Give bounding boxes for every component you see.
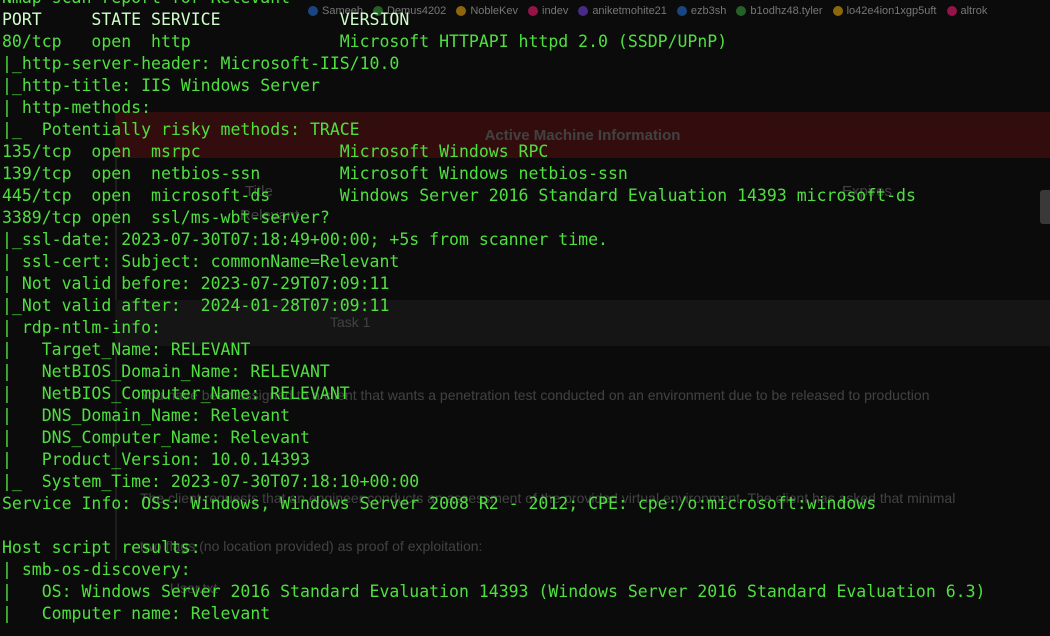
background-edge-button	[1040, 190, 1050, 224]
terminal-line: 135/tcp open msrpc Microsoft Windows RPC	[2, 142, 549, 161]
terminal-line: 3389/tcp open ssl/ms-wbt-server?	[2, 208, 330, 227]
terminal-line: | NetBIOS_Domain_Name: RELEVANT	[2, 362, 330, 381]
terminal-line: |_http-title: IIS Windows Server	[2, 76, 320, 95]
terminal-line: 139/tcp open netbios-ssn Microsoft Windo…	[2, 164, 628, 183]
terminal-line: Host script results:	[2, 538, 201, 557]
terminal-line: | Not valid before: 2023-07-29T07:09:11	[2, 274, 390, 293]
terminal-line: Service Info: OSs: Windows, Windows Serv…	[2, 494, 877, 513]
terminal-line: |_ System_Time: 2023-07-30T07:18:10+00:0…	[2, 472, 420, 491]
terminal-line: | Computer name: Relevant	[2, 604, 271, 623]
terminal-line: |_ Potentially risky methods: TRACE	[2, 120, 360, 139]
terminal-line: |_ssl-date: 2023-07-30T07:18:49+00:00; +…	[2, 230, 608, 249]
terminal-line: | DNS_Computer_Name: Relevant	[2, 428, 310, 447]
terminal-line: |_Not valid after: 2024-01-28T07:09:11	[2, 296, 390, 315]
terminal-line: | NetBIOS_Computer_Name: RELEVANT	[2, 384, 350, 403]
terminal-line: | smb-os-discovery:	[2, 560, 191, 579]
terminal-line: 80/tcp open http Microsoft HTTPAPI httpd…	[2, 32, 728, 51]
terminal-column-header: PORT STATE SERVICE VERSION	[2, 10, 410, 29]
terminal-line: | OS: Windows Server 2016 Standard Evalu…	[2, 582, 986, 601]
terminal-line: Nmap scan report for Relevant	[2, 0, 985, 9]
terminal-line: | Product_Version: 10.0.14393	[2, 450, 310, 469]
screen: Active Machine Information Title Relevan…	[0, 0, 1050, 636]
terminal-line: 445/tcp open microsoft-ds Windows Server…	[2, 186, 916, 205]
terminal-output: Nmap scan report for RelevantPORT STATE …	[2, 0, 985, 625]
terminal-line: | DNS_Domain_Name: Relevant	[2, 406, 291, 425]
terminal-line: | Target_Name: RELEVANT	[2, 340, 251, 359]
terminal-line: | rdp-ntlm-info:	[2, 318, 161, 337]
terminal-line: |_http-server-header: Microsoft-IIS/10.0	[2, 54, 400, 73]
terminal-line: | http-methods:	[2, 98, 152, 117]
terminal-line: | ssl-cert: Subject: commonName=Relevant	[2, 252, 400, 271]
